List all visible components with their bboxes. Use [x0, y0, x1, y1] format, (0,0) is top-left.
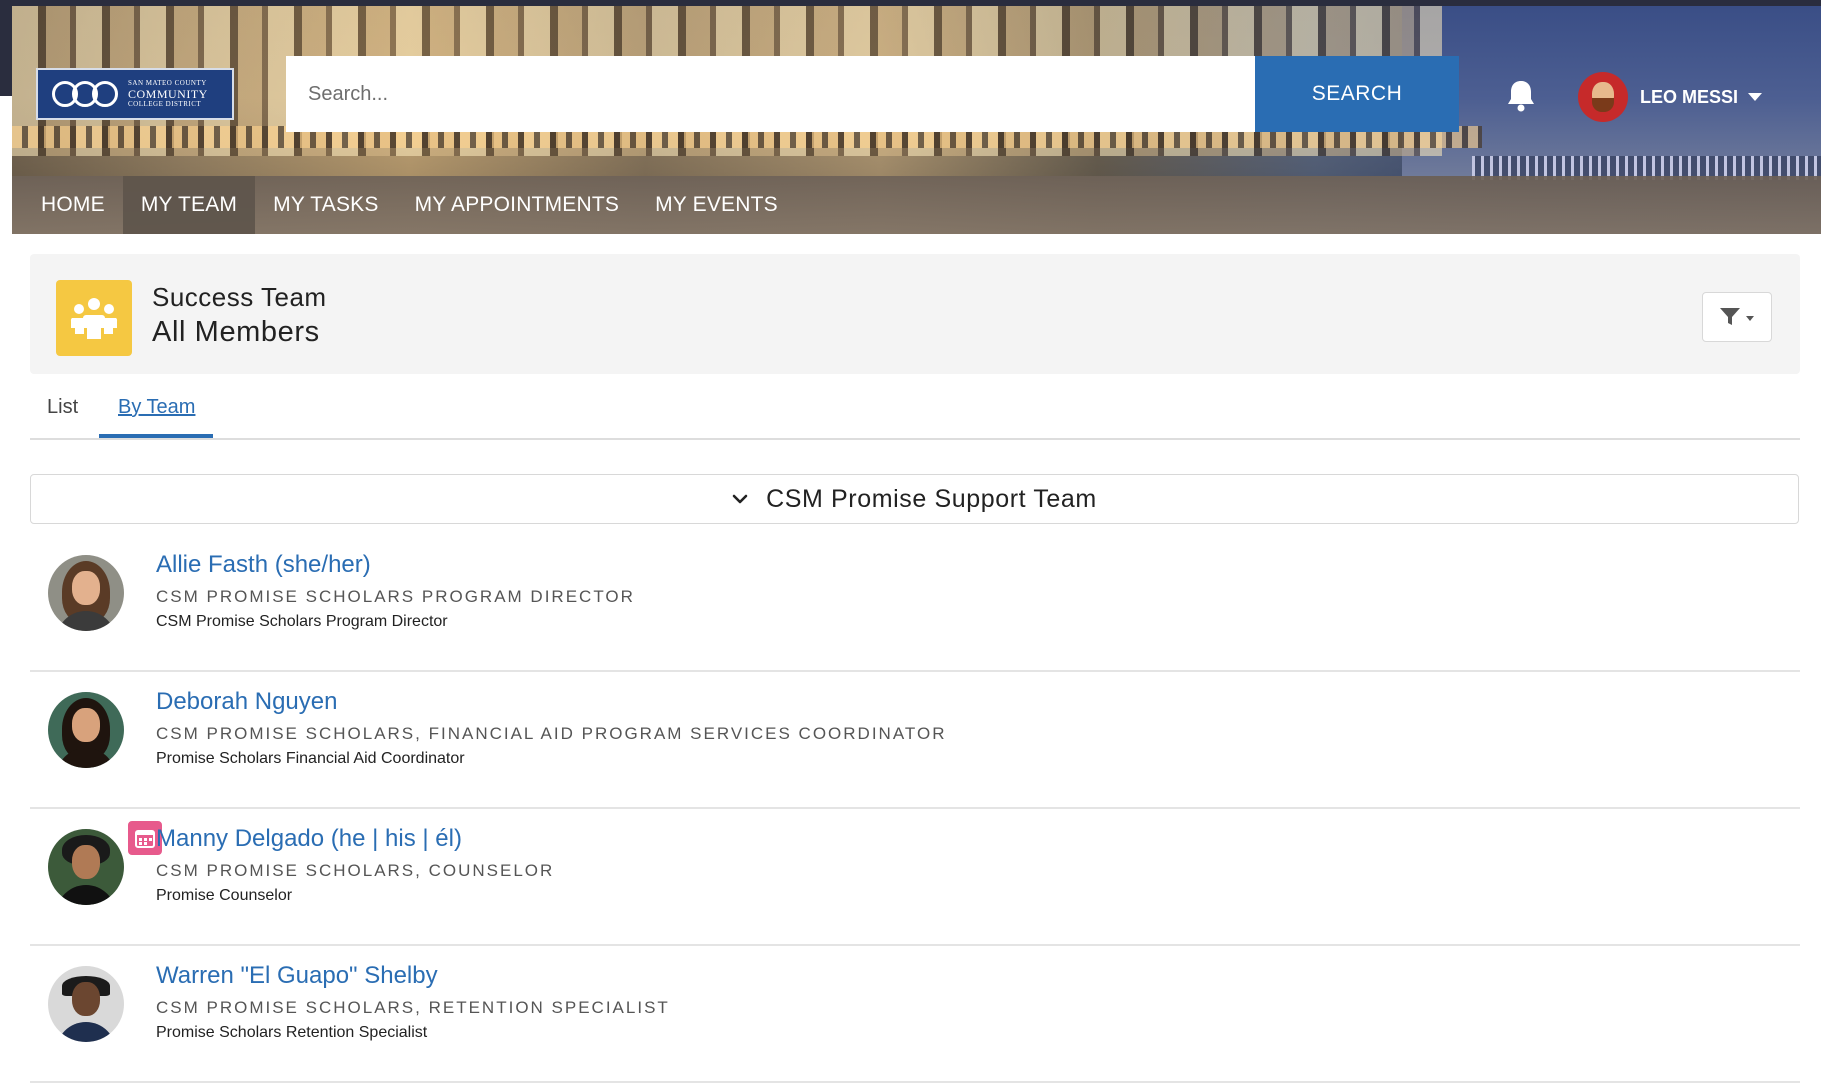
nav-my-team[interactable]: MY TEAM: [122, 176, 256, 234]
nav-home[interactable]: HOME: [12, 176, 123, 234]
nav-my-events[interactable]: MY EVENTS: [637, 176, 796, 234]
tab-list[interactable]: List: [47, 396, 78, 419]
page-subtitle: Success Team: [152, 282, 327, 312]
tab-by-team[interactable]: By Team: [118, 396, 195, 419]
logo-line-3: COLLEGE DISTRICT: [128, 100, 202, 108]
page-header: Success Team All Members: [30, 254, 1800, 374]
member-subtitle: CSM Promise Scholars Program Director: [156, 613, 448, 630]
user-avatar: [1578, 72, 1628, 122]
member-role: CSM PROMISE SCHOLARS, COUNSELOR: [156, 861, 555, 880]
bell-icon[interactable]: [1505, 78, 1537, 112]
team-name: CSM Promise Support Team: [766, 484, 1097, 513]
member-subtitle: Promise Scholars Financial Aid Coordinat…: [156, 750, 465, 767]
logo-rings-icon: [52, 81, 118, 107]
logo-text: SAN MATEO COUNTY COMMUNITY COLLEGE DISTR…: [128, 80, 208, 108]
member-avatar[interactable]: [48, 829, 124, 905]
member-subtitle: Promise Counselor: [156, 887, 293, 904]
user-menu[interactable]: LEO MESSI: [1578, 72, 1763, 122]
district-logo[interactable]: SAN MATEO COUNTY COMMUNITY COLLEGE DISTR…: [36, 68, 234, 120]
view-tabs: List By Team: [30, 384, 1800, 440]
filter-icon: [1720, 308, 1754, 325]
member-name[interactable]: Warren "El Guapo" Shelby: [156, 962, 438, 990]
member-row: Allie Fasth (she/her) CSM PROMISE SCHOLA…: [30, 535, 1800, 672]
team-accordion[interactable]: CSM Promise Support Team: [30, 474, 1799, 524]
member-row: Deborah Nguyen CSM PROMISE SCHOLARS, FIN…: [30, 672, 1800, 809]
member-name[interactable]: Allie Fasth (she/her): [156, 551, 371, 579]
logo-line-2: COMMUNITY: [128, 87, 208, 101]
main-nav: HOME MY TEAM MY TASKS MY APPOINTMENTS MY…: [12, 176, 796, 234]
search-button[interactable]: SEARCH: [1255, 56, 1459, 132]
logo-line-1: SAN MATEO COUNTY: [128, 79, 207, 87]
member-avatar[interactable]: [48, 555, 124, 631]
nav-my-appointments[interactable]: MY APPOINTMENTS: [397, 176, 637, 234]
chevron-down-icon: [1748, 93, 1763, 101]
member-role: CSM PROMISE SCHOLARS, FINANCIAL AID PROG…: [156, 724, 947, 743]
nav-my-tasks[interactable]: MY TASKS: [255, 176, 396, 234]
member-role: CSM PROMISE SCHOLARS PROGRAM DIRECTOR: [156, 587, 635, 606]
window-left-frame: [0, 0, 12, 96]
team-group-icon: [56, 280, 132, 356]
page-title: All Members: [152, 316, 320, 348]
member-avatar[interactable]: [48, 966, 124, 1042]
member-row: Manny Delgado (he | his | él) CSM PROMIS…: [30, 809, 1800, 946]
page: SAN MATEO COUNTY COMMUNITY COLLEGE DISTR…: [0, 0, 1821, 1086]
filter-button[interactable]: [1702, 292, 1772, 342]
member-name[interactable]: Deborah Nguyen: [156, 688, 337, 716]
member-subtitle: Promise Scholars Retention Specialist: [156, 1024, 428, 1041]
member-row: Warren "El Guapo" Shelby CSM PROMISE SCH…: [30, 946, 1800, 1083]
member-name[interactable]: Manny Delgado (he | his | él): [156, 825, 462, 853]
user-name: LEO MESSI: [1640, 86, 1739, 107]
member-role: CSM PROMISE SCHOLARS, RETENTION SPECIALI…: [156, 998, 670, 1017]
search-input[interactable]: [286, 56, 1255, 132]
active-tab-indicator: [99, 434, 213, 438]
chevron-down-icon: [732, 494, 748, 504]
member-avatar[interactable]: [48, 692, 124, 768]
